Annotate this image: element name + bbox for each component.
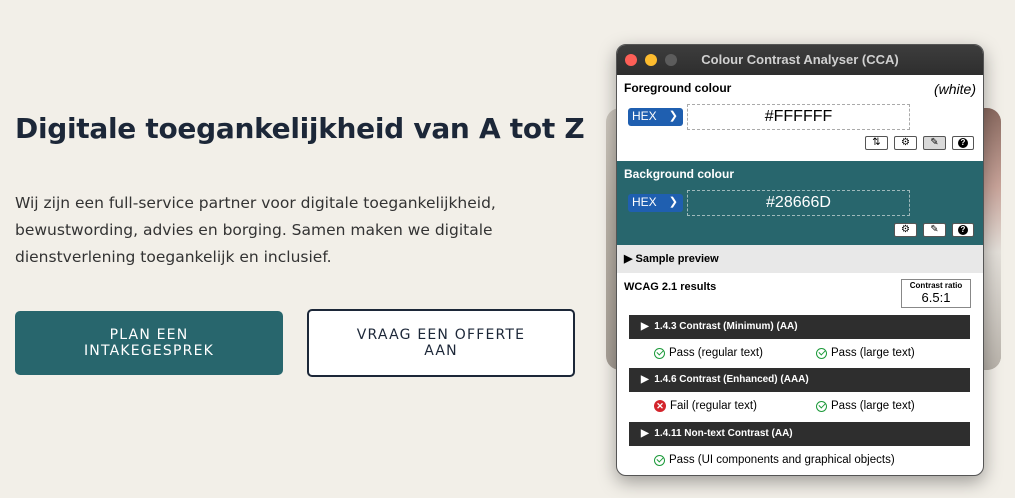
result-item: Pass (regular text) xyxy=(654,347,763,359)
hero-description: Wij zijn een full-service partner voor d… xyxy=(15,194,496,266)
criterion-1-4-6[interactable]: ▶ 1.4.6 Contrast (Enhanced) (AAA) xyxy=(629,368,970,392)
foreground-format-value: HEX xyxy=(632,109,657,123)
window-titlebar[interactable]: Colour Contrast Analyser (CCA) xyxy=(617,45,983,75)
eyedropper-icon: ✎ xyxy=(930,137,939,148)
foreground-colour-name: (white) xyxy=(933,81,976,97)
fail-cross-icon: ✕ xyxy=(654,400,666,412)
chevron-down-icon: ❯ xyxy=(668,110,678,122)
criterion-label: 1.4.6 Contrast (Enhanced) (AAA) xyxy=(654,374,809,385)
swap-icon: ⇅ xyxy=(872,137,881,148)
sample-preview-label: Sample preview xyxy=(635,253,719,265)
background-hex-input[interactable]: #28666D xyxy=(687,190,910,216)
criterion-label: 1.4.11 Non-text Contrast (AA) xyxy=(654,428,793,439)
sliders-icon: ⚙ xyxy=(901,224,910,235)
pass-check-icon xyxy=(654,454,665,466)
criterion-label: 1.4.3 Contrast (Minimum) (AA) xyxy=(654,321,798,332)
help-icon: ? xyxy=(958,225,968,235)
request-quote-button[interactable]: VRAAG EEN OFFERTE AAN xyxy=(307,309,575,377)
foreground-eyedropper-button[interactable]: ✎ xyxy=(923,136,946,150)
eyedropper-icon: ✎ xyxy=(930,224,939,235)
sliders-icon: ⚙ xyxy=(901,137,910,148)
result-item: Pass (UI components and graphical object… xyxy=(654,454,895,466)
disclosure-triangle-icon: ▶ xyxy=(641,374,649,385)
background-sliders-button[interactable]: ⚙ xyxy=(894,223,917,237)
result-text: Pass (large text) xyxy=(831,347,915,359)
foreground-section: Foreground colour (white) HEX ❯ #FFFFFF … xyxy=(617,75,983,161)
contrast-ratio-box: Contrast ratio 6.5:1 xyxy=(901,279,971,308)
background-help-button[interactable]: ? xyxy=(952,223,974,237)
foreground-help-button[interactable]: ? xyxy=(952,136,974,150)
disclosure-triangle-icon: ▶ xyxy=(641,428,649,439)
plan-intake-button-label: PLAN EEN INTAKEGESPREK xyxy=(83,327,215,359)
sample-preview-toggle[interactable]: ▶ Sample preview xyxy=(617,245,983,273)
hero-title: Digitale toegankelijkheid van A tot Z xyxy=(15,112,585,145)
disclosure-triangle-icon: ▶ xyxy=(641,321,649,332)
result-text: Pass (regular text) xyxy=(669,347,763,359)
help-icon: ? xyxy=(958,138,968,148)
result-item: Pass (large text) xyxy=(816,400,915,412)
result-item: ✕ Fail (regular text) xyxy=(654,400,757,412)
pass-check-icon xyxy=(816,347,827,359)
plan-intake-button[interactable]: PLAN EEN INTAKEGESPREK xyxy=(15,311,283,375)
result-text: Pass (UI components and graphical object… xyxy=(669,454,895,466)
window-title: Colour Contrast Analyser (CCA) xyxy=(701,52,899,67)
contrast-ratio-value: 6.5:1 xyxy=(921,290,951,305)
result-text: Pass (large text) xyxy=(831,400,915,412)
background-section: Background colour HEX ❯ #28666D ⚙ ✎ ? xyxy=(617,161,983,245)
chevron-down-icon: ❯ xyxy=(668,196,678,208)
foreground-label: Foreground colour xyxy=(624,81,732,95)
disclosure-triangle-icon: ▶ xyxy=(624,253,633,265)
criterion-1-4-11[interactable]: ▶ 1.4.11 Non-text Contrast (AA) xyxy=(629,422,970,446)
pass-check-icon xyxy=(816,400,827,412)
foreground-format-select[interactable]: HEX ❯ xyxy=(628,108,683,126)
criterion-1-4-3[interactable]: ▶ 1.4.3 Contrast (Minimum) (AA) xyxy=(629,315,970,339)
contrast-ratio-label: Contrast ratio xyxy=(909,281,963,290)
result-text: Fail (regular text) xyxy=(670,400,757,412)
pass-check-icon xyxy=(654,347,665,359)
foreground-hex-input[interactable]: #FFFFFF xyxy=(687,104,910,130)
background-format-value: HEX xyxy=(632,195,657,209)
background-eyedropper-button[interactable]: ✎ xyxy=(923,223,946,237)
swap-colours-button[interactable]: ⇅ xyxy=(865,136,888,150)
background-label: Background colour xyxy=(624,167,735,181)
cca-window: Colour Contrast Analyser (CCA) Foregroun… xyxy=(616,44,984,476)
result-item: Pass (large text) xyxy=(816,347,915,359)
request-quote-button-label: VRAAG EEN OFFERTE AAN xyxy=(356,327,526,359)
background-format-select[interactable]: HEX ❯ xyxy=(628,194,683,212)
foreground-sliders-button[interactable]: ⚙ xyxy=(894,136,917,150)
wcag-results-title: WCAG 2.1 results xyxy=(624,281,717,293)
